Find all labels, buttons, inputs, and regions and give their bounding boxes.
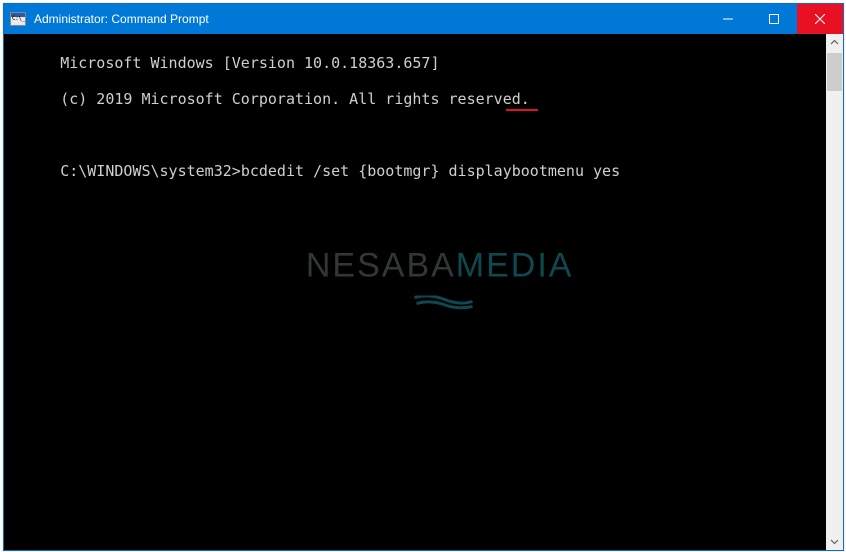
maximize-icon <box>769 14 779 24</box>
annotation-underline <box>506 109 538 111</box>
app-icon <box>4 4 32 34</box>
minimize-icon <box>723 14 733 24</box>
close-button[interactable] <box>797 4 843 34</box>
scroll-down-button[interactable] <box>826 533 843 550</box>
watermark-waves-icon <box>257 296 574 310</box>
cmd-icon <box>10 12 26 26</box>
close-icon <box>815 14 825 24</box>
prompt-path: C:\WINDOWS\system32> <box>60 162 241 180</box>
chevron-up-icon <box>830 38 839 47</box>
vertical-scrollbar[interactable] <box>826 34 843 550</box>
chevron-down-icon <box>830 537 839 546</box>
command-text: bcdedit /set {bootmgr} displaybootmenu y… <box>241 162 620 180</box>
prompt-line: C:\WINDOWS\system32>bcdedit /set {bootmg… <box>60 162 620 180</box>
window-title: Administrator: Command Prompt <box>32 4 209 34</box>
output-line-version: Microsoft Windows [Version 10.0.18363.65… <box>60 54 439 72</box>
scroll-track[interactable] <box>826 51 843 533</box>
watermark-text-2: MEDIA <box>456 247 574 285</box>
command-prompt-window: Administrator: Command Prompt Microsoft … <box>3 3 844 551</box>
scroll-thumb[interactable] <box>827 53 842 91</box>
client-area: Microsoft Windows [Version 10.0.18363.65… <box>4 34 843 550</box>
scroll-up-button[interactable] <box>826 34 843 51</box>
output-line-copyright: (c) 2019 Microsoft Corporation. All righ… <box>60 90 530 108</box>
titlebar[interactable]: Administrator: Command Prompt <box>4 4 843 34</box>
watermark-text-1: NESABA <box>306 247 456 285</box>
maximize-button[interactable] <box>751 4 797 34</box>
terminal-output[interactable]: Microsoft Windows [Version 10.0.18363.65… <box>4 34 826 550</box>
watermark: NESABAMEDIA <box>257 239 574 346</box>
minimize-button[interactable] <box>705 4 751 34</box>
